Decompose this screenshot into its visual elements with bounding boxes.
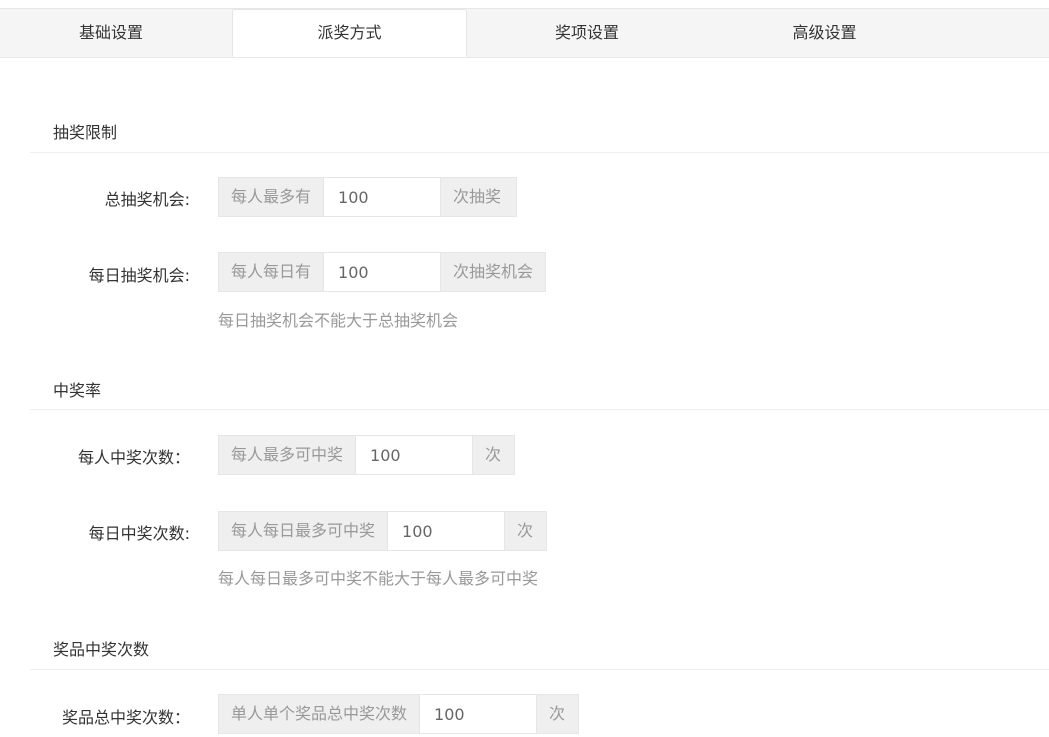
total-chances-label: 总抽奖机会: <box>104 190 190 209</box>
daily-wins-input[interactable] <box>387 511 506 551</box>
prize-total-wins-label: 奖品总中奖次数： <box>61 708 190 727</box>
daily-wins-label: 每日中奖次数: <box>88 524 190 543</box>
total-chances-input[interactable] <box>323 177 442 217</box>
daily-chances-input-group: 每人每日有 次抽奖机会 <box>218 252 547 292</box>
prize-total-wins-input[interactable] <box>419 694 538 734</box>
daily-chances-prefix: 每人每日有 <box>218 252 324 292</box>
per-person-wins-input[interactable] <box>355 435 474 475</box>
daily-chances-input[interactable] <box>323 252 442 292</box>
daily-chances-hint: 每日抽奖机会不能大于总抽奖机会 <box>218 311 459 330</box>
daily-wins-prefix: 每人每日最多可中奖 <box>218 511 388 551</box>
per-person-wins-prefix: 每人最多可中奖 <box>218 435 356 475</box>
per-person-wins-label: 每人中奖次数： <box>77 448 190 467</box>
section-title-prize-wins: 奖品中奖次数 <box>53 640 150 659</box>
per-person-wins-suffix: 次 <box>473 435 516 475</box>
tab-award-method[interactable]: 派奖方式 <box>232 9 467 57</box>
prize-total-wins-prefix: 单人单个奖品总中奖次数 <box>218 694 420 734</box>
divider <box>30 409 1049 410</box>
daily-wins-suffix: 次 <box>505 511 548 551</box>
divider <box>30 669 1049 670</box>
tab-basic-settings[interactable]: 基础设置 <box>0 9 222 57</box>
divider <box>30 152 1049 153</box>
per-person-wins-input-group: 每人最多可中奖 次 <box>218 435 516 475</box>
daily-chances-suffix: 次抽奖机会 <box>441 252 547 292</box>
tab-advanced-settings[interactable]: 高级设置 <box>707 9 942 57</box>
prize-total-wins-suffix: 次 <box>537 694 580 734</box>
daily-wins-hint: 每人每日最多可中奖不能大于每人最多可中奖 <box>218 569 539 588</box>
daily-chances-label: 每日抽奖机会: <box>88 266 190 285</box>
total-chances-input-group: 每人最多有 次抽奖 <box>218 177 518 217</box>
daily-wins-input-group: 每人每日最多可中奖 次 <box>218 511 548 551</box>
tab-prize-settings[interactable]: 奖项设置 <box>467 9 707 57</box>
section-title-win-rate: 中奖率 <box>53 381 102 400</box>
tab-bar: 基础设置 派奖方式 奖项设置 高级设置 <box>0 9 1049 58</box>
total-chances-prefix: 每人最多有 <box>218 177 324 217</box>
total-chances-suffix: 次抽奖 <box>441 177 518 217</box>
section-title-draw-limit: 抽奖限制 <box>53 123 118 142</box>
prize-total-wins-input-group: 单人单个奖品总中奖次数 次 <box>218 694 580 734</box>
